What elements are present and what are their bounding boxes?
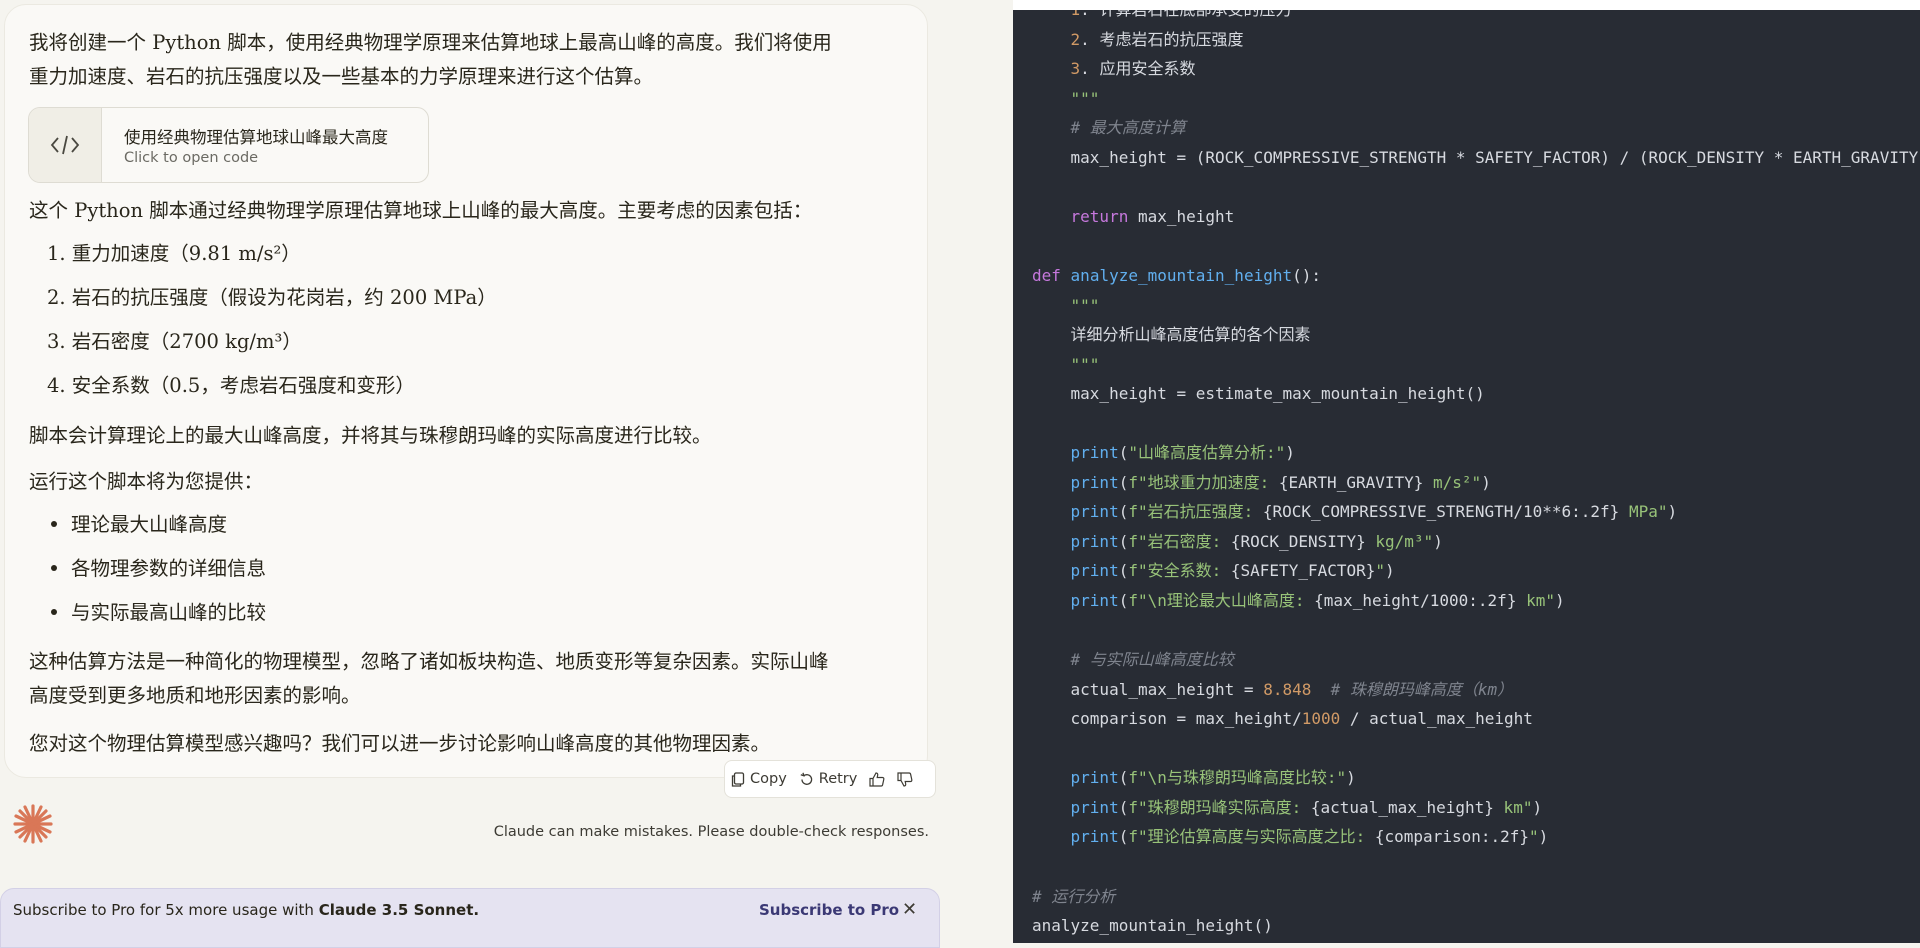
code-line: print(f"珠穆朗玛峰实际高度: {actual_max_height} k… xyxy=(1070,797,1543,817)
note-line-2: 高度受到更多地质和地形因素的影响。 xyxy=(29,684,361,707)
code-line: print("山峰高度估算分析:") xyxy=(1070,443,1295,463)
thumbs-down-button[interactable] xyxy=(891,771,919,787)
note-line-1: 这种估算方法是一种简化的物理模型，忽略了诸如板块构造、地质变形等复杂因素。实际山… xyxy=(29,650,829,673)
intro-line-1: 我将创建一个 Python 脚本，使用经典物理学原理来估算地球上最高山峰的高度。… xyxy=(29,31,832,54)
provides-item: 与实际最高山峰的比较 xyxy=(51,596,266,630)
compare-text: 脚本会计算理论上的最大山峰高度，并将其与珠穆朗玛峰的实际高度进行比较。 xyxy=(29,424,712,447)
provides-item: 各物理参数的详细信息 xyxy=(51,552,266,586)
code-line: actual_max_height = 8.848 # 珠穆朗玛峰高度（km） xyxy=(1032,679,1514,699)
code-line: # 运行分析 xyxy=(1032,886,1116,906)
factor-item: 3. 岩石密度（2700 kg/m³） xyxy=(47,330,302,353)
code-line: 1. 计算岩石在底部承受的压力 xyxy=(1070,0,1292,19)
artifact-subtitle: Click to open code xyxy=(124,150,259,166)
factor-item: 2. 岩石的抗压强度（假设为花岗岩，约 200 MPa） xyxy=(47,286,497,309)
provides-item: 理论最大山峰高度 xyxy=(51,508,227,542)
thumbs-up-button[interactable] xyxy=(863,771,891,787)
code-line: return max_height xyxy=(1070,206,1235,226)
copy-icon xyxy=(731,771,745,787)
code-line: analyze_mountain_height() xyxy=(1032,916,1273,936)
artifact-title: 使用经典物理估算地球山峰最大高度 xyxy=(124,128,388,147)
close-icon[interactable]: ✕ xyxy=(902,899,917,920)
thumbs-up-icon xyxy=(869,771,885,787)
factor-item: 4. 安全系数（0.5，考虑岩石强度和变形） xyxy=(47,374,415,397)
assistant-message: 我将创建一个 Python 脚本，使用经典物理学原理来估算地球上最高山峰的高度。… xyxy=(4,4,928,778)
code-line: """ xyxy=(1070,88,1100,108)
code-line: max_height = (ROCK_COMPRESSIVE_STRENGTH … xyxy=(1032,147,1920,167)
factor-item: 1. 重力加速度（9.81 m/s²） xyxy=(47,242,301,265)
subscribe-link[interactable]: Subscribe to Pro xyxy=(759,901,899,919)
code-line: """ xyxy=(1070,295,1100,315)
code-line: print(f"\n与珠穆朗玛峰高度比较:") xyxy=(1070,768,1356,788)
code-line: print(f"地球重力加速度: {EARTH_GRAVITY} m/s²") xyxy=(1070,472,1491,492)
code-line: print(f"岩石抗压强度: {ROCK_COMPRESSIVE_STRENG… xyxy=(1070,502,1678,522)
chat-panel: 我将创建一个 Python 脚本，使用经典物理学原理来估算地球上最高山峰的高度。… xyxy=(0,0,1013,948)
retry-icon xyxy=(800,772,812,785)
code-line: 3. 应用安全系数 xyxy=(1070,59,1196,79)
thumbs-down-icon xyxy=(897,771,913,787)
copy-label: Copy xyxy=(750,771,787,787)
message-actions: Copy Retry xyxy=(724,760,936,798)
code-line: print(f"安全系数: {SAFETY_FACTOR}") xyxy=(1070,561,1395,581)
code-line: max_height = estimate_max_mountain_heigh… xyxy=(1032,384,1485,404)
code-line: # 最大高度计算 xyxy=(1070,118,1186,138)
code-line: print(f"理论估算高度与实际高度之比: {comparison:.2f}"… xyxy=(1070,827,1549,847)
copy-button[interactable]: Copy xyxy=(725,771,793,787)
code-line: comparison = max_height/1000 / actual_ma… xyxy=(1032,709,1533,729)
artifact-card[interactable]: 使用经典物理估算地球山峰最大高度 Click to open code xyxy=(28,107,429,183)
intro-line-2: 重力加速度、岩石的抗压强度以及一些基本的力学原理来进行这个估算。 xyxy=(29,65,654,88)
claude-logo-icon xyxy=(13,804,53,844)
code-icon xyxy=(29,108,102,182)
provides-intro: 运行这个脚本将为您提供： xyxy=(29,470,264,493)
code-line: print(f"岩石密度: {ROCK_DENSITY} kg/m³") xyxy=(1070,531,1443,551)
code-line: """ xyxy=(1070,354,1100,374)
code-line: # 与实际山峰高度比较 xyxy=(1070,650,1234,670)
code-line: print(f"\n理论最大山峰高度: {max_height/1000:.2f… xyxy=(1070,591,1565,610)
subscribe-banner: Subscribe to Pro for 5x more usage with … xyxy=(0,888,940,948)
retry-label: Retry xyxy=(818,771,858,787)
banner-text: Subscribe to Pro for 5x more usage with … xyxy=(13,901,480,919)
code-line: 2. 考虑岩石的抗压强度 xyxy=(1070,29,1244,49)
disclaimer-text: Claude can make mistakes. Please double-… xyxy=(493,824,929,840)
code-viewer[interactable]: 1. 计算岩石在底部承受的压力 2. 考虑岩石的抗压强度 3. 应用安全系数 "… xyxy=(1013,0,1920,943)
factors-intro: 这个 Python 脚本通过经典物理学原理估算地球上山峰的最大高度。主要考虑的因… xyxy=(29,199,813,222)
closing-text: 您对这个物理估算模型感兴趣吗？我们可以进一步讨论影响山峰高度的其他物理因素。 xyxy=(29,732,771,755)
code-line: 详细分析山峰高度估算的各个因素 xyxy=(1032,325,1311,345)
code-line: def analyze_mountain_height(): xyxy=(1032,265,1322,285)
retry-button[interactable]: Retry xyxy=(793,771,864,787)
